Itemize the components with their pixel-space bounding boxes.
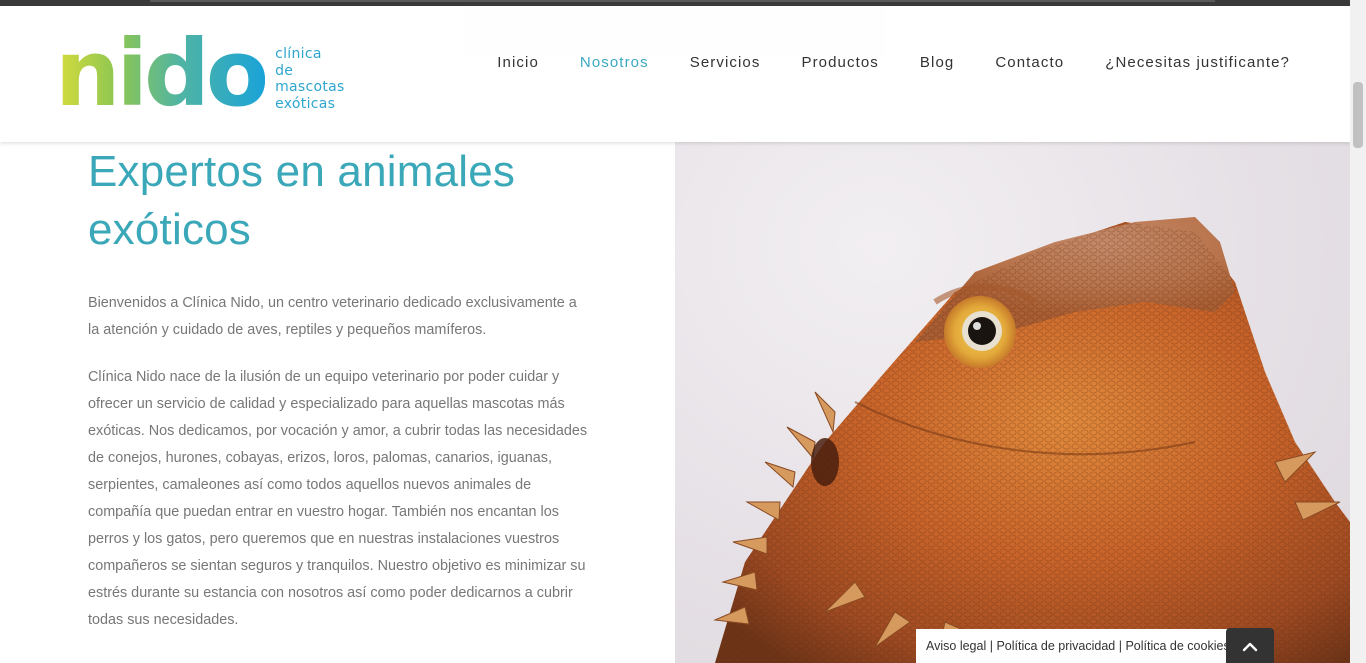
scrollbar-thumb[interactable] [1353,82,1363,148]
chevron-up-icon [1242,642,1258,652]
cookie-policy-link[interactable]: Política de cookies [1125,639,1229,653]
link-separator: | [986,639,997,653]
logo-tagline-line: clínica [275,46,322,62]
scrollbar[interactable] [1350,0,1366,663]
logo[interactable]: nido clínica de mascotas exóticas [55,20,345,127]
nav-item-inicio[interactable]: Inicio [497,54,539,71]
logo-tagline: clínica de mascotas exóticas [275,46,345,112]
page: nido clínica de mascotas exóticas Inicio… [0,0,1366,663]
logo-wordmark: nido [55,20,269,127]
nav-item-productos[interactable]: Productos [801,54,878,71]
body-paragraph: Clínica Nido nace de la ilusión de un eq… [88,369,588,628]
lizard-illustration [713,217,1350,663]
site-header: nido clínica de mascotas exóticas Inicio… [0,6,1350,142]
intro-paragraph: Bienvenidos a Clínica Nido, un centro ve… [88,295,577,338]
aviso-legal-link[interactable]: Aviso legal [926,639,986,653]
privacy-policy-link[interactable]: Política de privacidad [996,639,1115,653]
logo-tagline-line: exóticas [275,95,336,112]
about-section: Expertos en animales exóticos Bienvenido… [88,142,588,634]
logo-tagline-line: de [275,62,294,79]
nav-item-contacto[interactable]: Contacto [995,54,1064,71]
bearded-dragon-photo [675,142,1350,663]
link-separator: | [1115,639,1126,653]
legal-links-bar: Aviso legal | Política de privacidad | P… [916,629,1236,663]
main-nav: Inicio Nosotros Servicios Productos Blog… [456,54,1290,71]
page-title: Expertos en animales exóticos [88,147,516,254]
nav-item-justificante[interactable]: ¿Necesitas justificante? [1105,54,1290,71]
nav-item-blog[interactable]: Blog [920,54,954,71]
back-to-top-button[interactable] [1226,628,1274,663]
nav-item-servicios[interactable]: Servicios [690,54,761,71]
logo-tagline-line: mascotas [275,79,345,95]
nav-item-nosotros[interactable]: Nosotros [580,54,649,71]
